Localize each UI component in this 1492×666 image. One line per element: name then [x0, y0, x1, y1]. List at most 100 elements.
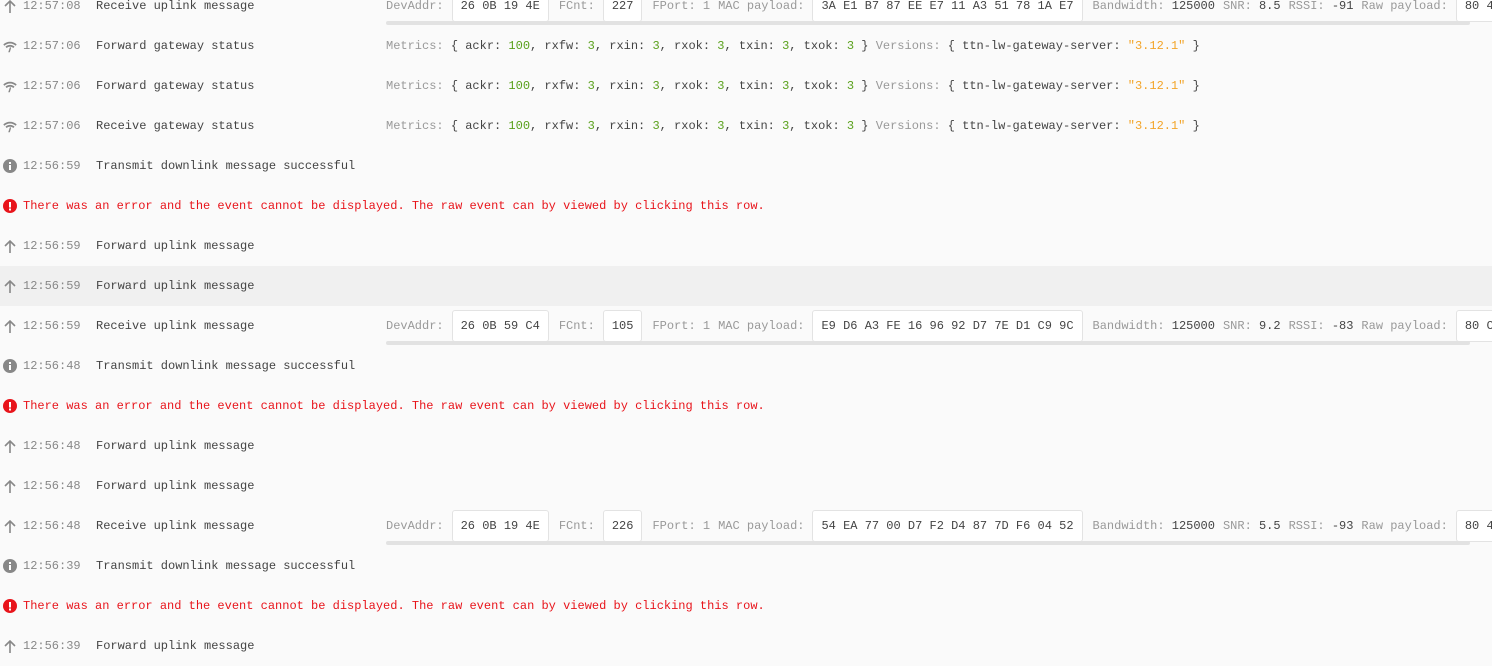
event-row[interactable]: 12:56:48 Forward uplink message: [0, 426, 1492, 466]
event-message: Forward uplink message: [96, 479, 255, 493]
gateway-signal-icon: [3, 119, 17, 133]
snr-label: SNR:: [1222, 0, 1252, 13]
bandwidth-label: Bandwidth:: [1092, 0, 1165, 13]
snr-value: 8.5: [1258, 0, 1281, 13]
raw-payload-value[interactable]: 80 4E 19 0: [1455, 0, 1492, 22]
arrow-up-icon: [3, 639, 17, 653]
fport-label: FPort: 1: [652, 319, 711, 333]
version-key: ttn-lw-gateway-server:: [962, 79, 1121, 93]
event-message: Forward gateway status: [96, 79, 255, 93]
mac-payload-value[interactable]: 54 EA 77 00 D7 F2 D4 87 7D F6 04 52: [812, 510, 1083, 542]
event-message: Forward uplink message: [96, 279, 255, 293]
metrics-label: Metrics:: [386, 39, 444, 53]
event-details: Metrics: { ackr: 100, rxfw: 3, rxin: 3, …: [386, 39, 1200, 53]
event-row[interactable]: 12:56:59 Forward uplink message: [0, 266, 1492, 306]
gateway-signal-icon: [3, 79, 17, 93]
event-time: 12:56:48: [23, 439, 81, 453]
event-row[interactable]: There was an error and the event cannot …: [0, 386, 1492, 426]
event-time: 12:57:08: [23, 0, 81, 13]
event-row[interactable]: There was an error and the event cannot …: [0, 186, 1492, 226]
txok-value: 3: [846, 79, 855, 93]
event-row[interactable]: There was an error and the event cannot …: [0, 586, 1492, 626]
error-message: There was an error and the event cannot …: [23, 399, 765, 413]
event-message: Transmit downlink message successful: [96, 359, 356, 373]
mac-payload-value[interactable]: 3A E1 B7 87 EE E7 11 A3 51 78 1A E7: [812, 0, 1083, 22]
event-message: Transmit downlink message successful: [96, 159, 356, 173]
event-row[interactable]: 12:56:39 Transmit downlink message succes…: [0, 546, 1492, 586]
event-row[interactable]: 12:56:59 Receive uplink message DevAddr: 26…: [0, 306, 1492, 346]
metrics-label: Metrics:: [386, 119, 444, 133]
event-row[interactable]: 12:56:59 Transmit downlink message succes…: [0, 146, 1492, 186]
event-details: DevAddr: 26 0B 19 4E FCnt: 227 FPort: 1 MAC p…: [386, 0, 1492, 26]
mac-payload-value[interactable]: E9 D6 A3 FE 16 96 92 D7 7E D1 C9 9C: [812, 310, 1083, 342]
arrow-up-icon: [3, 479, 17, 493]
snr-label: SNR:: [1222, 519, 1252, 533]
event-time: 12:56:48: [23, 479, 81, 493]
error-message: There was an error and the event cannot …: [23, 199, 765, 213]
arrow-up-icon: [3, 279, 17, 293]
event-message: Transmit downlink message successful: [96, 559, 356, 573]
bandwidth-value: 125000: [1171, 319, 1215, 333]
version-key: ttn-lw-gateway-server:: [962, 119, 1121, 133]
event-details: DevAddr: 26 0B 59 C4 FCnt: 105 FPort: 1 MAC p…: [386, 306, 1492, 346]
event-message: Forward uplink message: [96, 239, 255, 253]
version-key: ttn-lw-gateway-server:: [962, 39, 1121, 53]
txok-value: 3: [846, 39, 855, 53]
raw-payload-label: Raw payload:: [1361, 0, 1448, 13]
bandwidth-value: 125000: [1171, 0, 1215, 13]
devaddr-value[interactable]: 26 0B 59 C4: [451, 310, 549, 342]
event-row[interactable]: 12:57:08 Receive uplink message DevAddr: 26…: [0, 0, 1492, 26]
arrow-up-icon: [3, 519, 17, 533]
event-message: Receive uplink message: [96, 319, 255, 333]
version-value: "3.12.1": [1127, 119, 1186, 133]
arrow-up-icon: [3, 439, 17, 453]
fcnt-label: FCnt:: [558, 0, 595, 13]
raw-payload-value[interactable]: 80 4E 19 0: [1455, 510, 1492, 542]
fport-label: FPort: 1: [652, 0, 711, 13]
snr-value: 5.5: [1258, 519, 1281, 533]
ackr-value: 100: [508, 79, 531, 93]
event-row[interactable]: 12:56:59 Forward uplink message: [0, 226, 1492, 266]
horizontal-scrollbar[interactable]: [386, 541, 1470, 545]
fport-label: FPort: 1: [652, 519, 711, 533]
raw-payload-value[interactable]: 80 C4 59 0: [1455, 310, 1492, 342]
versions-label: Versions:: [875, 119, 941, 133]
info-icon: [3, 359, 17, 373]
event-time: 12:57:06: [23, 119, 81, 133]
rxin-value: 3: [652, 39, 660, 53]
horizontal-scrollbar[interactable]: [386, 21, 1470, 25]
ackr-value: 100: [508, 119, 531, 133]
rssi-label: RSSI:: [1288, 519, 1325, 533]
raw-payload-label: Raw payload:: [1361, 519, 1448, 533]
event-time: 12:56:59: [23, 319, 81, 333]
event-details: Metrics: { ackr: 100, rxfw: 3, rxin: 3, …: [386, 79, 1200, 93]
horizontal-scrollbar[interactable]: [386, 341, 1470, 345]
event-row[interactable]: 12:56:48 Receive uplink message DevAddr: 26…: [0, 506, 1492, 546]
event-row[interactable]: 12:56:48 Forward uplink message: [0, 466, 1492, 506]
fcnt-value[interactable]: 226: [602, 510, 643, 542]
devaddr-label: DevAddr:: [386, 519, 444, 533]
mac-payload-label: MAC payload:: [718, 319, 805, 333]
arrow-up-icon: [3, 239, 17, 253]
devaddr-value[interactable]: 26 0B 19 4E: [451, 0, 549, 22]
event-row[interactable]: 12:57:06 Forward gateway status Metrics: {…: [0, 26, 1492, 66]
version-value: "3.12.1": [1127, 39, 1186, 53]
event-message: Receive uplink message: [96, 519, 255, 533]
event-message: Forward uplink message: [96, 439, 255, 453]
fcnt-value[interactable]: 105: [602, 310, 643, 342]
rxin-value: 3: [652, 119, 660, 133]
event-message: Receive gateway status: [96, 119, 255, 133]
mac-payload-label: MAC payload:: [718, 0, 805, 13]
event-time: 12:56:59: [23, 279, 81, 293]
event-row[interactable]: 12:56:48 Transmit downlink message succes…: [0, 346, 1492, 386]
rxfw-value: 3: [587, 39, 595, 53]
error-icon: [3, 199, 17, 213]
bandwidth-value: 125000: [1171, 519, 1215, 533]
arrow-up-icon: [3, 319, 17, 333]
event-row[interactable]: 12:57:06 Forward gateway status Metrics: {…: [0, 66, 1492, 106]
fcnt-value[interactable]: 227: [602, 0, 643, 22]
rxin-value: 3: [652, 79, 660, 93]
devaddr-value[interactable]: 26 0B 19 4E: [451, 510, 549, 542]
event-row[interactable]: 12:57:06 Receive gateway status Metrics: {…: [0, 106, 1492, 146]
event-row[interactable]: 12:56:39 Forward uplink message: [0, 626, 1492, 666]
